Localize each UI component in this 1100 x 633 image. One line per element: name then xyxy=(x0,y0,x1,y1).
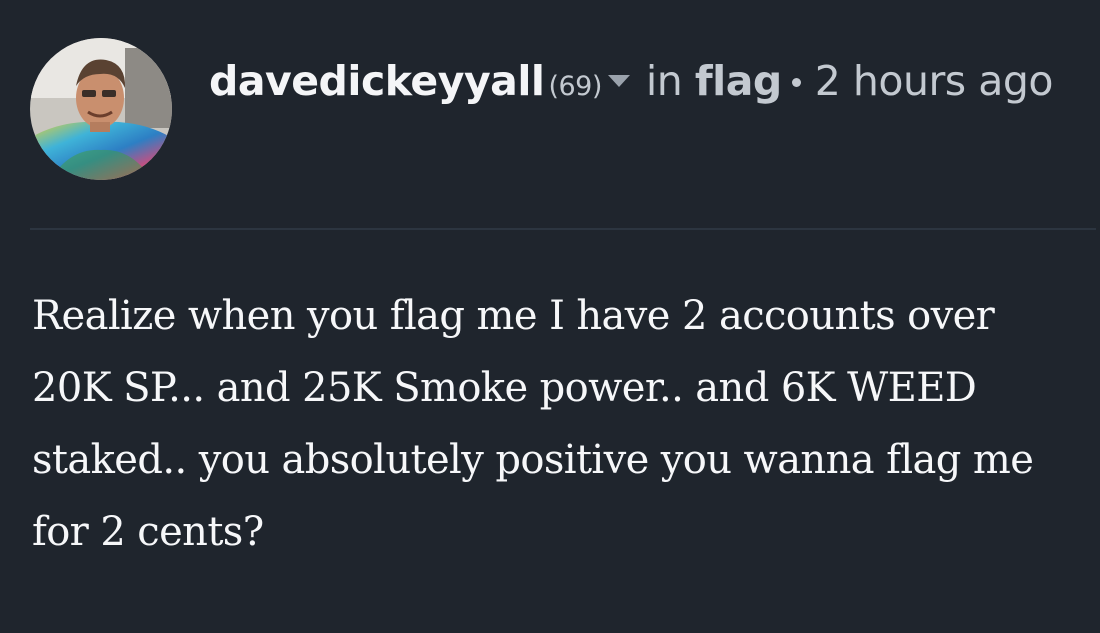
post-card: davedickeyyall (69) in flag 2 hours ago Rea… xyxy=(0,0,1100,633)
post-body: Realize when you flag me I have 2 accoun… xyxy=(32,293,1034,555)
post-meta: davedickeyyall (69) in flag 2 hours ago xyxy=(209,52,1069,116)
in-label: in xyxy=(645,57,683,105)
chevron-down-icon[interactable] xyxy=(607,75,630,87)
header-divider xyxy=(30,228,1096,230)
author-reputation: (69) xyxy=(548,71,602,102)
category-link[interactable]: flag xyxy=(695,57,782,105)
separator-dot-icon xyxy=(791,77,801,87)
author-name[interactable]: davedickeyyall xyxy=(209,57,545,105)
avatar-image xyxy=(30,38,172,180)
post-timestamp[interactable]: 2 hours ago xyxy=(815,57,1054,105)
author-avatar[interactable] xyxy=(30,38,172,180)
